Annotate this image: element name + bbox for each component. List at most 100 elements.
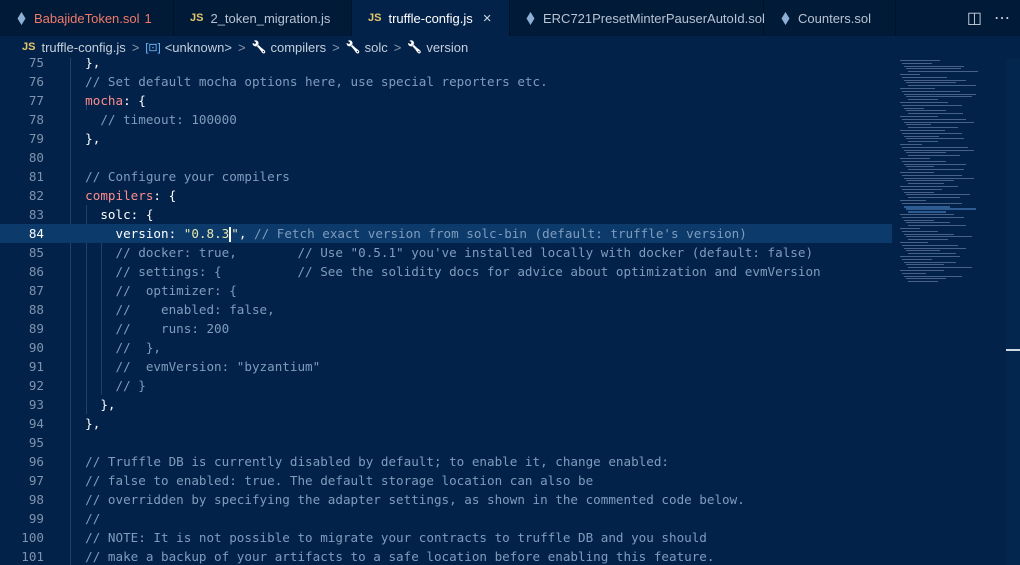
code-line[interactable]: 88 // enabled: false,: [0, 300, 892, 319]
problem-count-badge: 1: [144, 10, 152, 26]
code-line[interactable]: 99 //: [0, 509, 892, 528]
minimap-line: [906, 264, 944, 266]
minimap-line: [904, 107, 924, 109]
code-line[interactable]: 95: [0, 433, 892, 452]
minimap-line: [904, 121, 974, 123]
minimap-line: [908, 127, 958, 129]
code-text: // Truffle DB is currently disabled by d…: [70, 452, 669, 471]
minimap-line: [908, 211, 946, 214]
code-token: },: [70, 131, 101, 146]
code-token: version:: [70, 226, 184, 241]
code-text: // overridden by specifying the adapter …: [70, 490, 745, 509]
code-line[interactable]: 90 // },: [0, 338, 892, 357]
code-line[interactable]: 101 // make a backup of your artifacts t…: [0, 547, 892, 565]
minimap-line: [906, 278, 946, 280]
minimap-line: [908, 281, 938, 283]
property-icon: 🔧: [345, 40, 361, 54]
minimap-line: [900, 60, 940, 61]
tab-3[interactable]: ERC721PresetMinterPauserAutoId.sol: [510, 0, 765, 36]
code-line[interactable]: 83 solc: {: [0, 205, 892, 224]
code-line[interactable]: 97 // false to enabled: true. The defaul…: [0, 471, 892, 490]
breadcrumb-file[interactable]: truffle-config.js: [41, 40, 125, 55]
tab-2[interactable]: JS truffle-config.js ×: [352, 0, 510, 36]
code-token: // Set default mocha options here, use s…: [70, 74, 548, 89]
code-line[interactable]: 75 },: [0, 58, 892, 72]
minimap-line: [906, 110, 946, 112]
line-number: 97: [28, 473, 44, 488]
code-text: version: "0.8.3 ", // Fetch exact version…: [70, 224, 747, 243]
minimap-line: [906, 222, 950, 224]
minimap-line: [900, 200, 926, 201]
code-line[interactable]: 89 // runs: 200: [0, 319, 892, 338]
code-line[interactable]: 100 // NOTE: It is not possible to migra…: [0, 528, 892, 547]
code-token: // NOTE: It is not possible to migrate y…: [70, 530, 707, 545]
code-line[interactable]: 82 compilers: {: [0, 186, 892, 205]
code-text: // settings: { // See the solidity docs …: [70, 262, 820, 281]
minimap-line: [900, 256, 960, 257]
tab-1[interactable]: JS 2_token_migration.js: [174, 0, 352, 36]
code-token: compilers: [85, 188, 154, 203]
code-line[interactable]: 86 // settings: { // See the solidity do…: [0, 262, 892, 281]
minimap-line: [906, 68, 961, 70]
minimap-line: [904, 149, 974, 151]
split-editor-icon[interactable]: ◫: [967, 8, 982, 28]
code-line[interactable]: 92 // }: [0, 376, 892, 395]
minimap-line: [902, 104, 962, 106]
code-token: },: [70, 416, 101, 431]
minimap-line: [906, 208, 976, 211]
code-line[interactable]: 76 // Set default mocha options here, us…: [0, 72, 892, 91]
more-actions-icon[interactable]: ⋯: [994, 8, 1010, 28]
breadcrumb-separator: >: [131, 39, 140, 55]
minimap-line: [904, 233, 954, 235]
code-line[interactable]: 79 },: [0, 129, 892, 148]
minimap[interactable]: [896, 58, 1006, 298]
breadcrumb-separator: >: [237, 39, 246, 55]
tab-0[interactable]: BabajideToken.sol 1: [0, 0, 174, 36]
code-line[interactable]: 96 // Truffle DB is currently disabled b…: [0, 452, 892, 471]
code-token: //: [70, 511, 101, 526]
line-number: 89: [28, 321, 44, 336]
code-token: // enabled: false,: [70, 302, 275, 317]
code-line[interactable]: 94 },: [0, 414, 892, 433]
minimap-line: [908, 99, 938, 101]
code-line[interactable]: 81 // Configure your compilers: [0, 167, 892, 186]
code-line[interactable]: 80: [0, 148, 892, 167]
code-line[interactable]: 84 version: "0.8.3 ", // Fetch exact vers…: [0, 224, 892, 243]
minimap-line: [902, 202, 962, 204]
minimap-line: [908, 239, 948, 241]
code-line[interactable]: 98 // overridden by specifying the adapt…: [0, 490, 892, 509]
tab-label: BabajideToken.sol: [34, 10, 140, 26]
minimap-line: [900, 228, 920, 229]
line-number: 79: [28, 131, 44, 146]
minimap-line: [906, 166, 934, 168]
tab-label: truffle-config.js: [388, 10, 473, 26]
tab-4[interactable]: Counters.sol: [764, 0, 896, 36]
code-text: // NOTE: It is not possible to migrate y…: [70, 528, 707, 547]
minimap-line: [902, 272, 926, 274]
code-text: mocha: {: [70, 91, 146, 110]
close-icon[interactable]: ×: [483, 10, 492, 27]
breadcrumb-item[interactable]: <unknown>: [165, 40, 232, 55]
js-icon: JS: [22, 41, 36, 53]
minimap-line: [908, 85, 976, 87]
code-line[interactable]: 77 mocha: {: [0, 91, 892, 110]
code-text: // evmVersion: "byzantium": [70, 357, 320, 376]
breadcrumb-item[interactable]: solc: [365, 40, 388, 55]
breadcrumb-item[interactable]: version: [426, 40, 468, 55]
breadcrumb-item[interactable]: compilers: [270, 40, 326, 55]
minimap-line: [908, 253, 956, 255]
code-line[interactable]: 91 // evmVersion: "byzantium": [0, 357, 892, 376]
minimap-line: [900, 144, 922, 145]
code-line[interactable]: 87 // optimizer: {: [0, 281, 892, 300]
minimap-line: [902, 62, 932, 64]
code-line[interactable]: 93 },: [0, 395, 892, 414]
code-editor[interactable]: 75 }, 76 // Set default mocha options her…: [0, 58, 1020, 565]
editor-actions: ◫ ⋯: [955, 0, 1020, 36]
line-number: 76: [28, 74, 44, 89]
line-number: 94: [28, 416, 44, 431]
property-icon: 🔧: [251, 40, 267, 54]
code-line[interactable]: 78 // timeout: 100000: [0, 110, 892, 129]
code-text: // optimizer: {: [70, 281, 236, 300]
code-line[interactable]: 85 // docker: true, // Use "0.5.1" you'v…: [0, 243, 892, 262]
line-number: 98: [28, 492, 44, 507]
